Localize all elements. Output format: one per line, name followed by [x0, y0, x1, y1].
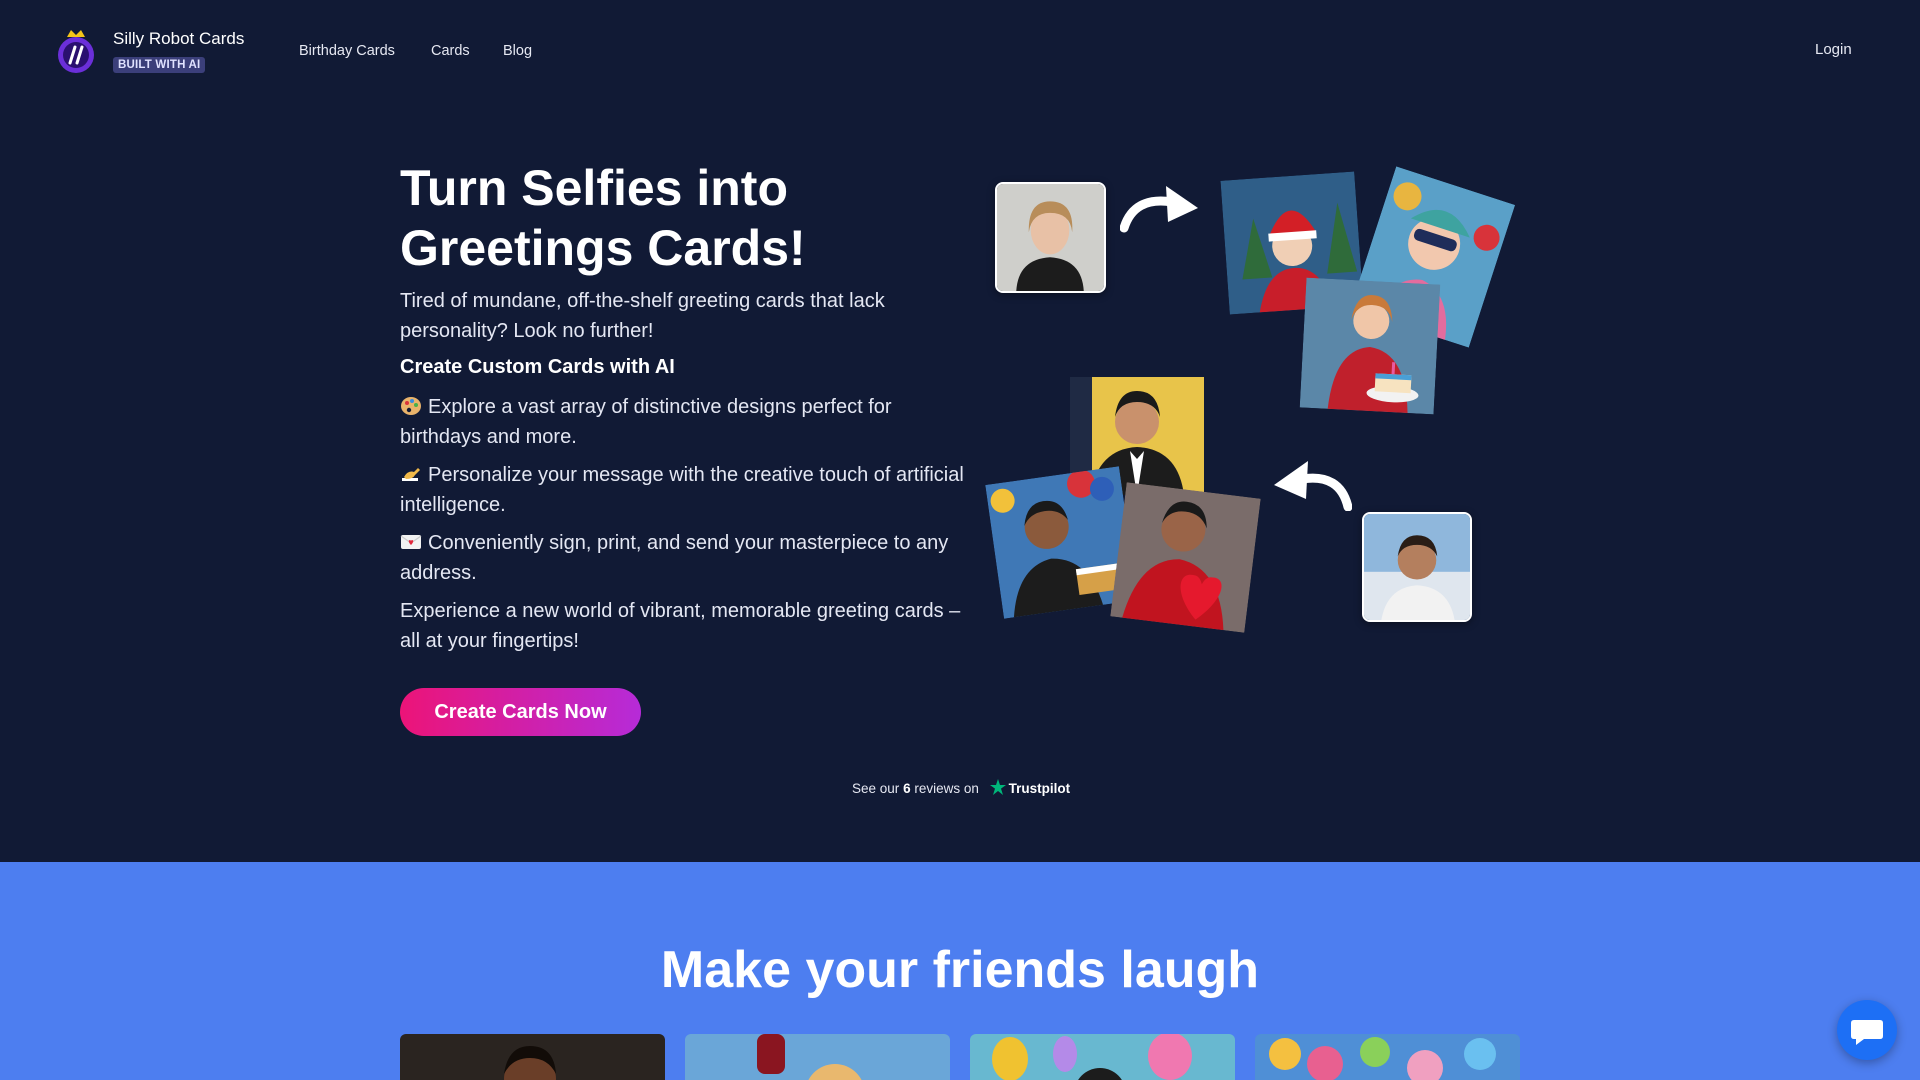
selfie-man-photo [1362, 512, 1472, 622]
bullet-text: Personalize your message with the creati… [400, 464, 964, 516]
card-thumbnail[interactable] [400, 1034, 665, 1080]
birthday-cake-woman-card-image [1299, 277, 1441, 415]
nav-cards[interactable]: Cards [431, 43, 470, 59]
valentine-heart-man-card-image [1110, 482, 1261, 633]
bullet-send: Conveniently sign, print, and send your … [400, 528, 965, 588]
card-thumbnail[interactable] [1255, 1034, 1520, 1080]
hero-closing: Experience a new world of vibrant, memor… [400, 600, 961, 652]
bullet-personalize: Personalize your message with the creati… [400, 460, 965, 520]
nav-blog[interactable]: Blog [503, 43, 532, 59]
writing-hand-icon [400, 463, 422, 483]
hero-subheading: Create Custom Cards with AI [400, 356, 675, 378]
robot-logo-icon[interactable] [54, 28, 98, 74]
curved-arrow-right-icon [1119, 182, 1200, 234]
built-with-ai-badge: BUILT WITH AI [113, 57, 206, 73]
bullet-text: Conveniently sign, print, and send your … [400, 532, 949, 584]
bullet-designs: Explore a vast array of distinctive desi… [400, 392, 965, 452]
trustpilot-widget[interactable]: See our 6 reviews on Trustpilot [852, 779, 1070, 796]
review-count: 6 [903, 781, 911, 796]
envelope-icon [400, 531, 422, 551]
selfie-woman-photo [995, 182, 1106, 293]
site-header: Silly Robot Cards BUILT WITH AI Birthday… [0, 0, 1920, 100]
bullet-text: Explore a vast array of distinctive desi… [400, 396, 892, 448]
trustpilot-star-icon [989, 779, 1006, 795]
nav-birthday-cards[interactable]: Birthday Cards [299, 43, 395, 59]
section-heading: Make your friends laugh [660, 941, 1260, 999]
palette-icon [400, 395, 422, 415]
chat-support-button[interactable] [1837, 1000, 1897, 1060]
card-thumbnail[interactable] [970, 1034, 1235, 1080]
hero-title: Turn Selfies into Greetings Cards! [400, 160, 806, 276]
chat-bubble-icon [1851, 1020, 1883, 1045]
hero-intro: Tired of mundane, off-the-shelf greeting… [400, 290, 885, 342]
create-cards-now-button[interactable]: Create Cards Now [400, 688, 641, 736]
brand-name[interactable]: Silly Robot Cards [113, 29, 244, 49]
trustpilot-brand: Trustpilot [1008, 781, 1071, 796]
curved-arrow-left-icon [1272, 455, 1353, 512]
login-link[interactable]: Login [1815, 41, 1852, 58]
trustpilot-suffix: reviews on [914, 781, 979, 796]
card-thumbnail[interactable] [685, 1034, 950, 1080]
trustpilot-prefix: See our [852, 781, 900, 796]
